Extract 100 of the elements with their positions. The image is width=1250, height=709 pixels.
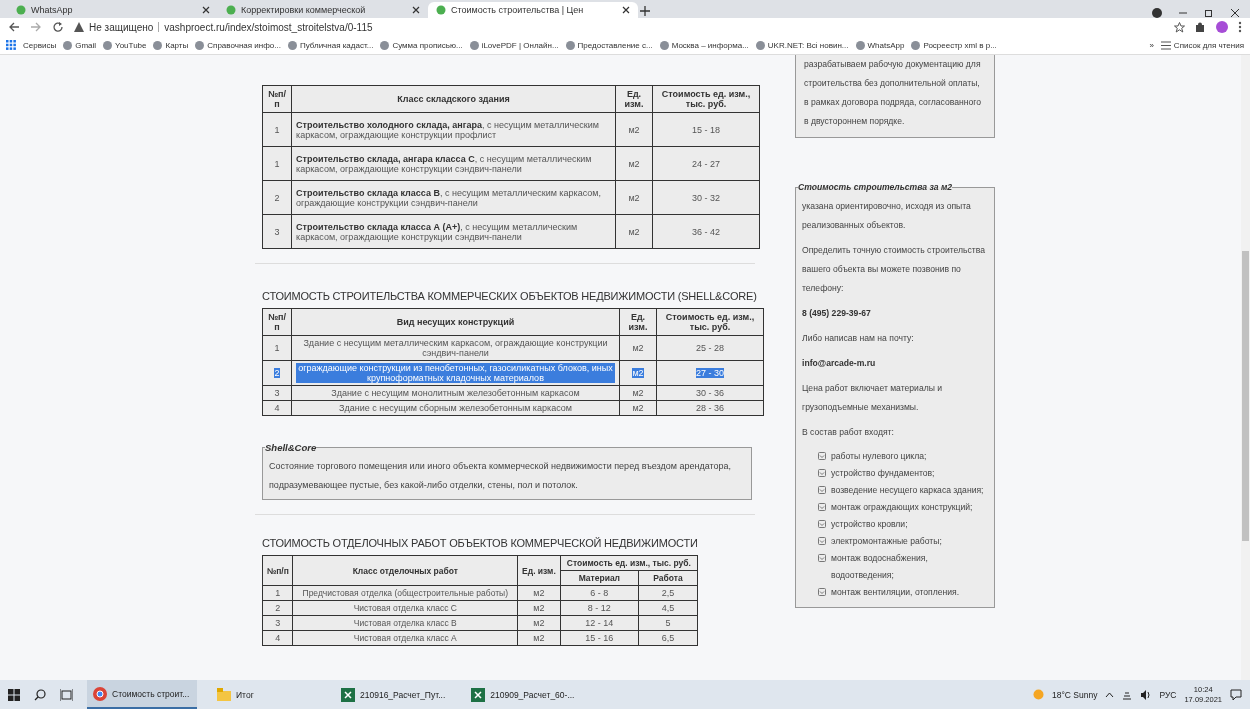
weather-text[interactable]: 18°C Sunny: [1051, 689, 1098, 700]
browser-tab[interactable]: WhatsApp: [8, 2, 218, 18]
site-icon: [855, 40, 865, 50]
bookmark[interactable]: Карты: [153, 40, 189, 50]
column-header: №п/ п: [262, 85, 292, 113]
table-cell: м2: [632, 343, 644, 353]
taskbar-app[interactable]: 210916_Расчет_Пут...: [335, 680, 452, 709]
bookmark[interactable]: Справочная инфо...: [195, 40, 281, 50]
table-cell: 2: [275, 603, 281, 613]
star-icon[interactable]: [1174, 21, 1185, 33]
reload-icon[interactable]: [52, 21, 64, 33]
bookmark[interactable]: Публичная кадаст...: [287, 40, 374, 50]
column-header: Класс складского здания: [291, 85, 616, 113]
bookmark[interactable]: WhatsApp: [855, 40, 905, 50]
task-view-icon[interactable]: [60, 688, 73, 701]
site-icon: [436, 5, 446, 15]
info-text: Цена работ включает материалы и грузоподъемные механизмы.: [802, 382, 944, 414]
table-cell: Чистовая отделка класс С: [353, 603, 457, 613]
bookmark[interactable]: Росреестр xml в р...: [911, 40, 997, 50]
info-text: указана ориентировочно, исходя из опыта реализованных объектов.: [802, 200, 972, 232]
profile-icon[interactable]: [1152, 8, 1162, 18]
browser-tab[interactable]: Стоимость строительства | Цен: [428, 2, 638, 18]
start-icon[interactable]: [8, 688, 20, 701]
table-cell: 8 - 12: [587, 603, 611, 613]
taskbar-app[interactable]: Стоимость строит...: [87, 680, 197, 709]
site-icon: [63, 40, 73, 50]
table-cell: м2: [533, 618, 545, 628]
search-icon[interactable]: [34, 688, 46, 701]
square-chevron-icon: [818, 520, 826, 528]
sun-icon: [1032, 689, 1044, 700]
more-bookmarks[interactable]: »: [1149, 40, 1154, 50]
table-cell: м2: [632, 388, 644, 398]
list-item: монтаж вентиляции, отопления.: [831, 586, 960, 599]
browser-tab[interactable]: Корректировки коммерческой: [218, 2, 428, 18]
table-cell: 2: [274, 192, 280, 203]
table-cell: 2: [274, 368, 280, 378]
site-icon: [287, 40, 297, 50]
table-cell: м2: [628, 226, 640, 237]
bookmark[interactable]: Сумма прописью...: [380, 40, 463, 50]
more-icon[interactable]: [1238, 21, 1242, 33]
bookmark[interactable]: iLovePDF | Онлайн...: [469, 40, 559, 50]
close-icon[interactable]: [202, 6, 210, 14]
taskbar-app[interactable]: Итог: [211, 680, 321, 709]
table-cell-text: Здание с несущим металлическим каркасом, ограждающие конструкции сэндвич-панели: [302, 338, 609, 358]
bookmark[interactable]: Предоставление с...: [565, 40, 653, 50]
chevron-up-icon[interactable]: [1105, 691, 1115, 698]
close-icon[interactable]: [1230, 8, 1240, 18]
note-text: Состояние торгового помещения или иного объекта коммерческой недвижимости перед въездом арендатора, подразумевающее пустые, без какой-либо отделки, стены, пол и потолок.: [269, 461, 732, 490]
list-item: работы нулевого цикла;: [831, 450, 927, 463]
table-cell: 30 - 32: [692, 192, 720, 203]
scrollbar-thumb[interactable]: [1242, 251, 1249, 541]
site-icon: [659, 40, 669, 50]
language-indicator[interactable]: РУС: [1159, 689, 1177, 700]
table-cell: Предчистовая отделка (общестроительные работы): [302, 588, 509, 598]
bookmark[interactable]: UKR.NET: Всі новин...: [755, 40, 849, 50]
table-cell: 25 - 28: [696, 343, 724, 353]
spreadsheet-icon: [341, 687, 355, 702]
list-item: монтаж водоснабжения, водоотведения;: [831, 552, 929, 582]
list-item: электромонтажные работы;: [831, 535, 942, 548]
bookmark[interactable]: Москва – информа...: [659, 40, 749, 50]
url-field[interactable]: vashproect.ru/index/stoimost_stroitelstva/0-115: [164, 21, 373, 33]
square-chevron-icon: [818, 452, 826, 460]
table-cell: 30 - 36: [696, 388, 724, 398]
bookmark[interactable]: YouTube: [103, 40, 147, 50]
price-box-title: Стоимость строительства за м2: [798, 181, 953, 194]
list-item: устройство фундаментов;: [831, 467, 935, 480]
scrollbar[interactable]: [1241, 55, 1250, 680]
square-chevron-icon: [818, 503, 826, 511]
close-icon[interactable]: [412, 6, 420, 14]
table-cell: Чистовая отделка класс А: [353, 633, 457, 643]
bookmark[interactable]: Сервисы: [23, 40, 57, 50]
table-cell: 36 - 42: [692, 226, 720, 237]
security-label[interactable]: Не защищено: [89, 21, 154, 33]
site-icon: [380, 40, 390, 50]
list-item: устройство кровли;: [831, 518, 908, 531]
column-header: Ед. изм.: [619, 308, 657, 336]
table-cell-text: Строительство склада класса А (А+), с несущим металлическим каркасом, ограждающие конструкции сэндвич-панели: [296, 221, 579, 242]
warning-icon: [74, 22, 84, 32]
bookmark[interactable]: Gmail: [63, 40, 97, 50]
section-heading: СТОИМОСТЬ ОТДЕЛОЧНЫХ РАБОТ ОБЪЕКТОВ КОММЕРЧЕСКОЙ НЕДВИЖИМОСТИ: [262, 537, 699, 549]
notification-icon[interactable]: [1230, 688, 1242, 701]
square-chevron-icon: [818, 486, 826, 494]
apps-icon[interactable]: [6, 40, 16, 50]
column-header: №п/п: [262, 555, 293, 586]
spreadsheet-icon: [471, 687, 486, 702]
table-cell: Здание с несущим сборным железобетонным каркасом: [339, 403, 572, 413]
contact-text: info@arcade-m.ru: [802, 357, 877, 370]
table-cell: 28 - 36: [696, 403, 724, 413]
new-tab-icon[interactable]: [638, 4, 652, 18]
table-cell: м2: [533, 603, 545, 613]
volume-icon[interactable]: [1140, 689, 1152, 700]
reading-list[interactable]: Список для чтения: [1160, 40, 1244, 50]
close-icon[interactable]: [622, 6, 630, 14]
taskbar-app[interactable]: 210909_Расчет_60-...: [465, 680, 581, 709]
avatar-icon[interactable]: [1216, 21, 1228, 33]
back-icon[interactable]: [8, 21, 20, 33]
square-chevron-icon: [818, 554, 826, 562]
site-icon: [16, 5, 26, 15]
square-chevron-icon: [818, 469, 826, 477]
restore-icon[interactable]: [1204, 8, 1214, 18]
